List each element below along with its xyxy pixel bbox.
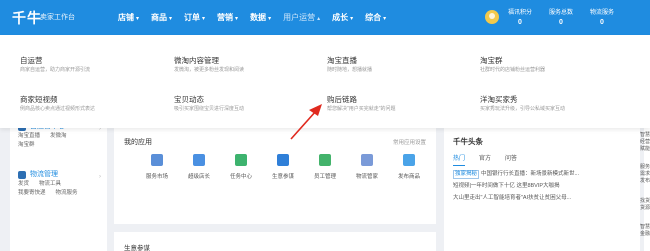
arrow-shaft [290,110,317,140]
annotation-arrow [290,104,322,140]
arrow-head [309,104,322,116]
